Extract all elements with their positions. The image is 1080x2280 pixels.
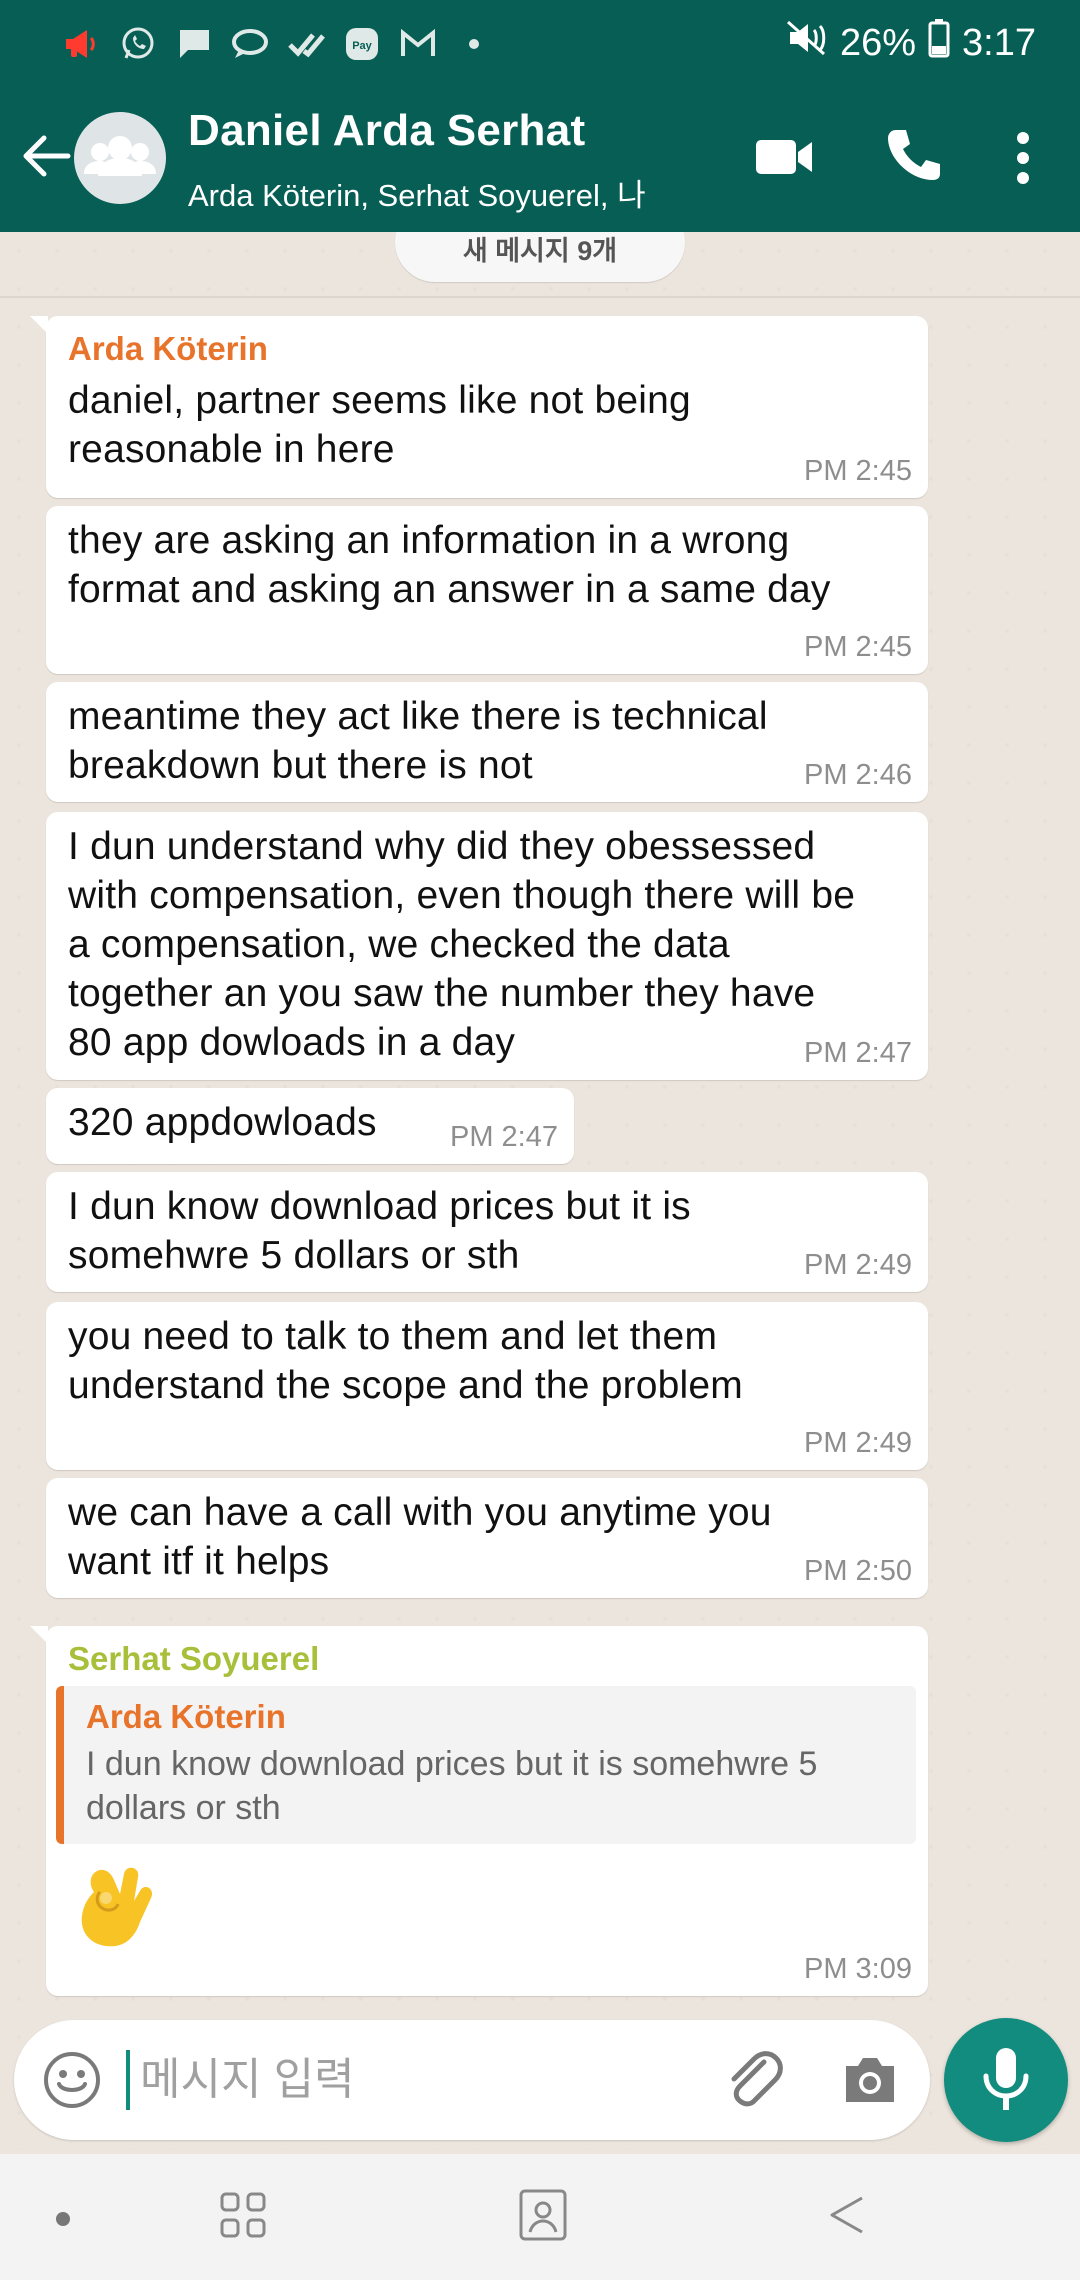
voice-call-icon[interactable] xyxy=(884,126,940,186)
recent-apps-icon[interactable] xyxy=(218,2190,268,2240)
quoted-sender: Arda Köterin xyxy=(86,1698,286,1735)
more-vert-icon[interactable] xyxy=(1008,126,1038,190)
message-sender: Serhat Soyuerel xyxy=(68,1640,320,1677)
battery-percent: 26% xyxy=(839,21,917,64)
double-check-icon xyxy=(286,24,326,64)
status-bar: Pay 26% 3:17 xyxy=(0,0,1080,86)
message-time: PM 2:50 xyxy=(804,1555,912,1587)
text-caret xyxy=(126,2050,130,2110)
message-time: PM 2:46 xyxy=(804,759,912,791)
megaphone-icon xyxy=(62,24,102,64)
message-bubble[interactable]: I dun understand why did they obessessed… xyxy=(46,812,928,1080)
unread-messages-banner: 새 메시지 9개 xyxy=(395,232,685,282)
mic-button[interactable] xyxy=(944,2018,1068,2142)
message-bubble[interactable]: 320 appdowloads PM 2:47 xyxy=(46,1088,574,1164)
message-input-placeholder[interactable]: 메시지 입력 xyxy=(140,2050,355,2110)
message-bubble[interactable]: meantime they act like there is technica… xyxy=(46,682,928,802)
quoted-text: I dun know download prices but it is som… xyxy=(86,1745,818,1827)
message-bubble[interactable]: we can have a call with you anytime you … xyxy=(46,1478,928,1598)
message-time: PM 2:49 xyxy=(804,1249,912,1281)
bubble-tail xyxy=(30,316,48,334)
message-composer[interactable]: 메시지 입력 xyxy=(14,2020,930,2140)
message-text: I dun know download prices but it is som… xyxy=(68,1185,691,1277)
whatsapp-icon xyxy=(118,24,158,64)
message-text: daniel, partner seems like not being rea… xyxy=(68,379,691,471)
system-status: 26% 3:17 xyxy=(786,18,1036,68)
quoted-message[interactable]: Arda Köterin I dun know download prices … xyxy=(56,1686,916,1844)
back-arrow-icon[interactable] xyxy=(18,126,74,186)
chat-area[interactable]: 새 메시지 9개 Arda Köterin daniel, partner se… xyxy=(0,232,1080,2150)
message-bubble[interactable]: I dun know download prices but it is som… xyxy=(46,1172,928,1292)
message-time: PM 2:45 xyxy=(804,631,912,663)
camera-icon[interactable] xyxy=(840,2052,900,2108)
message-text: we can have a call with you anytime you … xyxy=(68,1491,772,1583)
back-icon[interactable] xyxy=(822,2190,872,2240)
message-icon xyxy=(174,24,214,64)
chat-participants[interactable]: Arda Köterin, Serhat Soyuerel, 나 xyxy=(188,170,646,215)
message-text: you need to talk to them and let them un… xyxy=(68,1315,743,1407)
gmail-icon xyxy=(398,24,438,64)
message-time: PM 2:47 xyxy=(804,1037,912,1069)
message-time: PM 2:45 xyxy=(804,455,912,487)
chat-header: Daniel Arda Serhat Arda Köterin, Serhat … xyxy=(0,86,1080,232)
message-text: meantime they act like there is technica… xyxy=(68,695,768,787)
more-dot-icon xyxy=(454,24,494,64)
video-call-icon[interactable] xyxy=(754,134,814,180)
message-bubble[interactable]: they are asking an information in a wron… xyxy=(46,506,928,674)
message-text: they are asking an information in a wron… xyxy=(68,519,831,611)
mic-icon xyxy=(983,2048,1029,2110)
battery-icon xyxy=(928,18,950,68)
chat-title[interactable]: Daniel Arda Serhat xyxy=(188,106,585,156)
unread-divider xyxy=(0,296,1080,298)
message-text: I dun understand why did they obessessed… xyxy=(68,825,856,1064)
notification-icons: Pay xyxy=(62,24,494,64)
bubble-tail xyxy=(30,1626,48,1644)
attach-icon[interactable] xyxy=(724,2048,784,2112)
clock: 3:17 xyxy=(962,21,1036,64)
mute-icon xyxy=(786,18,828,68)
svg-text:Pay: Pay xyxy=(352,40,372,52)
message-time: PM 2:47 xyxy=(450,1121,558,1153)
system-nav-bar xyxy=(0,2154,1080,2280)
message-sender: Arda Köterin xyxy=(68,330,268,367)
ok-hand-emoji xyxy=(74,1862,153,1952)
reply-message-bubble[interactable]: Serhat Soyuerel Arda Köterin I dun know … xyxy=(30,1626,928,1996)
home-icon[interactable] xyxy=(518,2188,568,2242)
message-time: PM 2:49 xyxy=(804,1427,912,1459)
nav-dot-icon xyxy=(56,2212,70,2226)
message-time: PM 3:09 xyxy=(804,1953,912,1985)
message-bubble[interactable]: Arda Köterin daniel, partner seems like … xyxy=(30,316,928,498)
bubble-icon xyxy=(230,24,270,64)
emoji-icon[interactable] xyxy=(42,2050,102,2110)
pay-icon: Pay xyxy=(342,24,382,64)
message-bubble[interactable]: you need to talk to them and let them un… xyxy=(46,1302,928,1470)
group-avatar-icon[interactable] xyxy=(74,112,166,204)
